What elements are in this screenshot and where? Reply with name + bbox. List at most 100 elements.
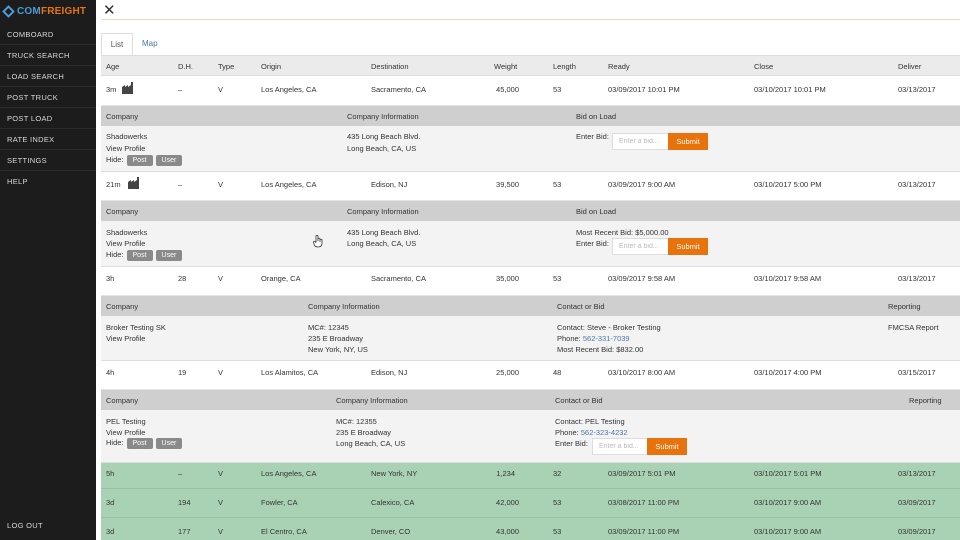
contact-name: PEL Testing: [585, 417, 625, 426]
column-header-type[interactable]: Type: [218, 62, 234, 71]
cell-length: 53: [553, 498, 562, 507]
hide-label: Hide:: [106, 438, 124, 447]
cell-origin: Los Alamitos, CA: [261, 368, 319, 377]
company-address-line1: 435 Long Beach Blvd.: [347, 228, 421, 237]
cell-ready: 03/09/2017 9:58 AM: [608, 274, 676, 283]
cell-ready: 03/09/2017 10:01 PM: [608, 85, 680, 94]
company-mc-number: MC#: 12345: [308, 323, 349, 332]
cell-close: 03/10/2017 4:00 PM: [754, 368, 822, 377]
hide-user-button[interactable]: User: [155, 250, 183, 261]
detail-header-bid: Bid on Load: [576, 112, 617, 121]
hide-post-button[interactable]: Post: [126, 250, 153, 261]
company-address-line2: Long Beach, CA, US: [336, 439, 406, 448]
cell-origin: Los Angeles, CA: [261, 180, 317, 189]
bid-input[interactable]: [612, 133, 669, 150]
hide-post-button[interactable]: Post: [126, 438, 153, 449]
sidebar-item-truck-search[interactable]: TRUCK SEARCH: [0, 46, 96, 66]
view-profile-link[interactable]: View Profile: [106, 428, 145, 437]
cell-deliver: 03/13/2017: [898, 180, 936, 189]
view-profile-link[interactable]: View Profile: [106, 144, 145, 153]
sidebar-item-logout[interactable]: LOG OUT: [0, 516, 96, 536]
column-header-length[interactable]: Length: [553, 62, 576, 71]
submit-bid-button[interactable]: Submit: [668, 133, 708, 150]
mouse-pointer-icon: [313, 235, 323, 248]
detail-panel: PEL Testing View Profile Hide: Post User M…: [101, 410, 960, 463]
sidebar-item-post-truck[interactable]: POST TRUCK: [0, 88, 96, 108]
sidebar-item-load-search[interactable]: LOAD SEARCH: [0, 67, 96, 87]
tab-map[interactable]: Map: [132, 33, 168, 56]
phone-link[interactable]: 562-323-4232: [581, 428, 628, 437]
table-row[interactable]: 3h 28 V Orange, CA Sacramento, CA 35,000…: [101, 267, 960, 296]
close-icon[interactable]: ✕: [103, 1, 116, 19]
bid-input[interactable]: [592, 438, 649, 455]
column-header-dh[interactable]: D.H.: [178, 62, 193, 71]
cell-weight: 45,000: [496, 85, 519, 94]
cell-origin: Los Angeles, CA: [261, 85, 317, 94]
sidebar: COM FREIGHT COMBOARD TRUCK SEARCH LOAD SE…: [0, 0, 96, 540]
detail-header-info: Company Information: [347, 207, 419, 216]
hide-user-button[interactable]: User: [155, 438, 183, 449]
company-address-line1: 435 Long Beach Blvd.: [347, 132, 421, 141]
cell-ready: 03/10/2017 8:00 AM: [608, 368, 676, 377]
cell-close: 03/10/2017 5:00 PM: [754, 180, 822, 189]
cell-ready: 03/08/2017 11:00 PM: [608, 498, 680, 507]
hide-user-button[interactable]: User: [155, 155, 183, 166]
logo-diamond-icon: [2, 5, 15, 18]
cell-dh: 19: [178, 368, 187, 377]
detail-panel: Shadowerks View Profile Hide: Post User 43…: [101, 221, 960, 267]
table-row[interactable]: 5h – V Los Angeles, CA New York, NY 1,23…: [101, 463, 960, 489]
cell-destination: New York, NY: [371, 469, 418, 478]
cell-type: V: [218, 469, 224, 478]
detail-header-bid: Bid on Load: [576, 207, 617, 216]
column-header-origin[interactable]: Origin: [261, 62, 281, 71]
submit-bid-button[interactable]: Submit: [668, 238, 708, 255]
view-profile-link[interactable]: View Profile: [106, 239, 145, 248]
cell-close: 03/10/2017 9:00 AM: [754, 498, 822, 507]
brand-logo[interactable]: COM FREIGHT: [2, 5, 86, 18]
phone-link[interactable]: 562-331-7039: [583, 334, 630, 343]
table-row[interactable]: 21m – V Los Angeles, CA Edison, NJ 39,50…: [101, 172, 960, 201]
hide-post-button[interactable]: Post: [126, 155, 153, 166]
table-row[interactable]: 4h 19 V Los Alamitos, CA Edison, NJ 25,0…: [101, 361, 960, 390]
sidebar-item-rate-index[interactable]: RATE INDEX: [0, 130, 96, 150]
column-header-age[interactable]: Age: [106, 62, 119, 71]
view-profile-link[interactable]: View Profile: [106, 334, 145, 343]
cell-dh: 28: [178, 274, 187, 283]
column-header-ready[interactable]: Ready: [608, 62, 630, 71]
table-row[interactable]: 3d 194 V Fowler, CA Calexico, CA 42,000 …: [101, 489, 960, 518]
bid-input[interactable]: [612, 238, 669, 255]
sidebar-item-post-load[interactable]: POST LOAD: [0, 109, 96, 129]
tab-list[interactable]: List: [101, 33, 133, 56]
sidebar-item-settings[interactable]: SETTINGS: [0, 151, 96, 171]
cell-length: 32: [553, 469, 562, 478]
enter-bid-label: Enter Bid:: [555, 439, 588, 448]
cell-dh: –: [178, 180, 183, 189]
cell-origin: Fowler, CA: [261, 498, 298, 507]
detail-header: Company Company Information Bid on Load: [101, 201, 960, 221]
table-row[interactable]: 3m – V Los Angeles, CA Sacramento, CA 45…: [101, 77, 960, 106]
cell-close: 03/10/2017 9:58 AM: [754, 274, 822, 283]
detail-panel: Shadowerks View Profile Hide: Post User 43…: [101, 126, 960, 172]
column-header-close[interactable]: Close: [754, 62, 773, 71]
company-name: Shadowerks: [106, 132, 148, 141]
cell-type: V: [218, 368, 224, 377]
table-header: Age D.H. Type Origin Destination Weight …: [101, 56, 960, 76]
company-name: PEL Testing: [106, 417, 146, 426]
column-header-weight[interactable]: Weight: [494, 62, 517, 71]
table-row[interactable]: 3d 177 V El Centro, CA Denver, CO 43,000…: [101, 518, 960, 540]
top-divider: [102, 19, 960, 20]
sidebar-item-comboard[interactable]: COMBOARD: [0, 25, 96, 45]
cell-age: 5h: [106, 469, 115, 478]
column-header-destination[interactable]: Destination: [371, 62, 409, 71]
cell-deliver: 03/09/2017: [898, 527, 936, 536]
phone-line: Phone: 562-331-7039: [557, 334, 630, 343]
fmcsa-report-link[interactable]: FMCSA Report: [888, 323, 938, 332]
company-name: Broker Testing SK: [106, 323, 166, 332]
detail-header-company: Company: [106, 112, 139, 121]
factory-icon: [128, 177, 139, 189]
submit-bid-button[interactable]: Submit: [647, 438, 687, 455]
column-header-deliver[interactable]: Deliver: [898, 62, 921, 71]
cell-length: 53: [553, 180, 562, 189]
cell-weight: 43,000: [496, 527, 519, 536]
sidebar-item-help[interactable]: HELP: [0, 172, 96, 192]
